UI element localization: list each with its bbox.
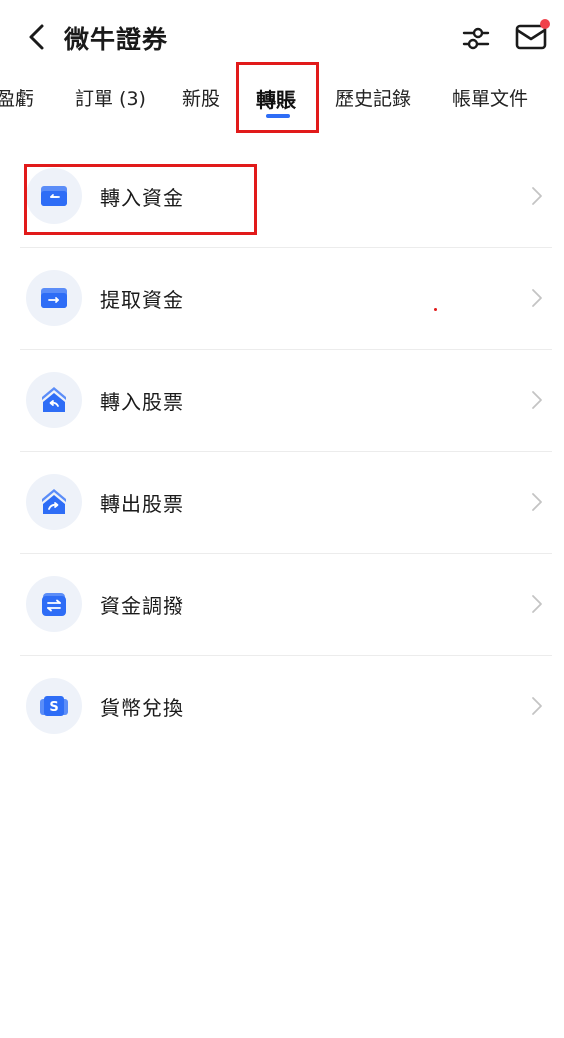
menu-item-currency-exchange[interactable]: S 貨幣兌換 xyxy=(0,656,564,758)
tab-profit-loss[interactable]: 盈虧 xyxy=(0,84,34,111)
chevron-right-icon xyxy=(532,391,542,409)
menu-item-fund-allocation[interactable]: 資金調撥 xyxy=(0,554,564,656)
withdraw-funds-icon xyxy=(26,270,82,326)
menu-item-label: 提取資金 xyxy=(100,288,184,312)
chevron-left-icon[interactable] xyxy=(22,22,52,52)
mail-icon[interactable] xyxy=(514,18,552,54)
tab-statements[interactable]: 帳單文件 xyxy=(452,84,528,111)
fund-allocation-icon xyxy=(26,576,82,632)
transfer-out-stocks-icon xyxy=(26,474,82,530)
chevron-right-icon xyxy=(532,493,542,511)
currency-exchange-icon: S xyxy=(26,678,82,734)
sliders-icon[interactable] xyxy=(460,22,492,54)
menu-item-transfer-out-stocks[interactable]: 轉出股票 xyxy=(0,452,564,554)
menu-item-label: 轉入股票 xyxy=(100,390,184,414)
page-title: 微牛證券 xyxy=(64,25,169,54)
chevron-right-icon xyxy=(532,697,542,715)
tab-ipo[interactable]: 新股 xyxy=(182,84,220,111)
menu-item-label: 資金調撥 xyxy=(100,594,184,618)
chevron-right-icon xyxy=(532,187,542,205)
menu-item-label: 貨幣兌換 xyxy=(100,696,184,720)
menu-item-withdraw-funds[interactable]: 提取資金 xyxy=(0,248,564,350)
chevron-right-icon xyxy=(532,289,542,307)
svg-text:S: S xyxy=(49,700,58,715)
transfer-in-stocks-icon xyxy=(26,372,82,428)
chevron-right-icon xyxy=(532,595,542,613)
menu-item-transfer-in-stocks[interactable]: 轉入股票 xyxy=(0,350,564,452)
highlight-box-deposit xyxy=(24,164,257,235)
highlight-box-tab xyxy=(236,62,319,133)
menu-item-label: 轉出股票 xyxy=(100,492,184,516)
notification-badge xyxy=(540,19,550,29)
tab-orders[interactable]: 訂單 (3) xyxy=(75,84,146,111)
tab-history[interactable]: 歷史記錄 xyxy=(335,84,411,111)
marker-dot xyxy=(434,308,437,311)
